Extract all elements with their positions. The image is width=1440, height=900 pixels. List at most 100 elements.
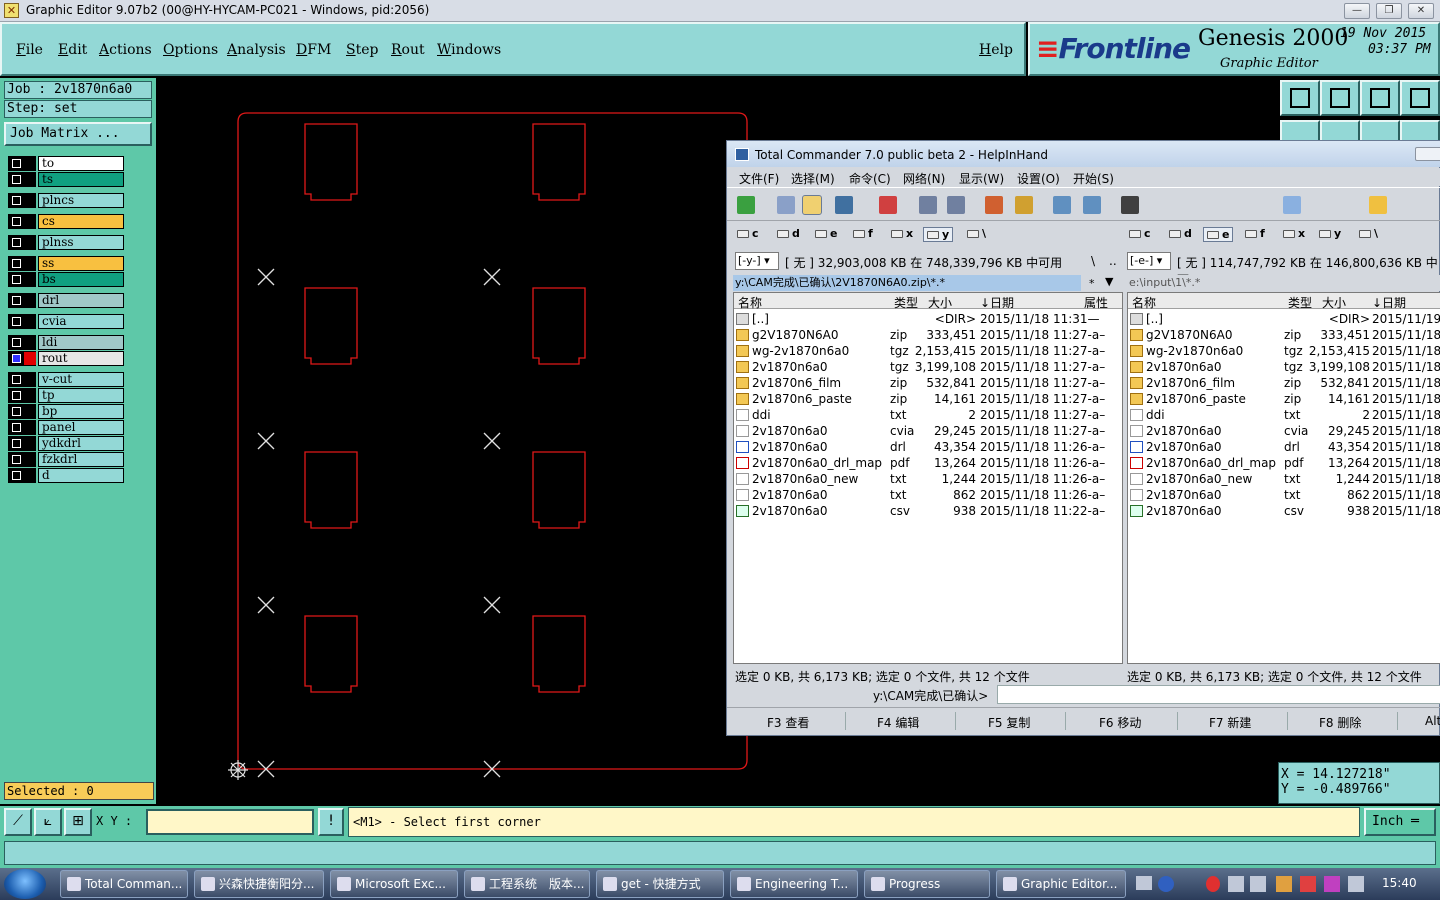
layer-checkbox[interactable]: [8, 452, 36, 467]
col-date[interactable]: ↓日期: [980, 294, 1014, 311]
layer-to[interactable]: to: [6, 156, 126, 171]
layer-d[interactable]: d: [6, 468, 126, 483]
layer-checkbox[interactable]: [8, 404, 36, 419]
menu-rout[interactable]: Rout: [391, 42, 425, 58]
file-row[interactable]: ddi txt 2 2015/11/18 11:27-a–: [734, 407, 1122, 423]
unpack-icon[interactable]: [1015, 196, 1033, 214]
menu-dfm[interactable]: DFM: [296, 42, 331, 58]
tool-button-4[interactable]: [1400, 80, 1440, 116]
layer-ldi[interactable]: ldi: [6, 335, 126, 350]
layer-ydkdrl[interactable]: ydkdrl: [6, 436, 126, 451]
layer-name[interactable]: to: [38, 156, 124, 171]
layer-checkbox[interactable]: [8, 193, 36, 208]
taskbar-item[interactable]: 兴森快捷衡阳分...: [194, 870, 324, 898]
f6-move-button[interactable]: F6 移动: [1099, 714, 1141, 731]
layer-checkbox[interactable]: [8, 172, 36, 187]
notepad-icon[interactable]: [1283, 196, 1301, 214]
f4-edit-button[interactable]: F4 编辑: [877, 714, 919, 731]
tool-button-5[interactable]: [1280, 120, 1320, 142]
file-row[interactable]: [..] <DIR> 2015/11/18 11:31—: [734, 311, 1122, 327]
menu-file[interactable]: File: [16, 42, 43, 58]
pack-icon[interactable]: [985, 196, 1003, 214]
layer-name[interactable]: ldi: [38, 335, 124, 350]
layer-checkbox[interactable]: [8, 420, 36, 435]
help-icon[interactable]: [1158, 876, 1174, 892]
col-date[interactable]: ↓日期: [1372, 294, 1406, 311]
drive-root-right[interactable]: \: [1359, 227, 1378, 240]
file-row[interactable]: 2v1870n6_paste zip 14,161 2015/11/18 11:27-…: [734, 391, 1122, 407]
layer-name[interactable]: ydkdrl: [38, 436, 124, 451]
layer-name[interactable]: d: [38, 468, 124, 483]
layer-name[interactable]: cs: [38, 214, 124, 229]
layer-name[interactable]: rout: [38, 351, 124, 366]
back-icon[interactable]: [919, 196, 937, 214]
col-attr[interactable]: 属性: [1084, 294, 1108, 311]
network-icon[interactable]: [1228, 876, 1244, 892]
layer-checkbox[interactable]: [8, 468, 36, 483]
file-row[interactable]: 2v1870n6a0 txt 862 2015/11/18 11:26-a–: [734, 487, 1122, 503]
col-name[interactable]: 名称: [738, 294, 762, 311]
file-row[interactable]: [..] <DIR> 2015/11/19: [1128, 311, 1440, 327]
layer-checkbox[interactable]: [8, 272, 36, 287]
file-row[interactable]: 2v1870n6a0 cvia 29,245 2015/11/18: [1128, 423, 1440, 439]
file-row[interactable]: 2v1870n6a0 tgz 3,199,108 2015/11/18 11:27-a…: [734, 359, 1122, 375]
file-row[interactable]: 2v1870n6a0_new txt 1,244 2015/11/18: [1128, 471, 1440, 487]
tray-icon-c[interactable]: [1324, 876, 1340, 892]
col-size[interactable]: 大小: [1322, 294, 1346, 311]
root-button[interactable]: \: [1091, 254, 1095, 268]
tc-menu-settings[interactable]: 设置(O): [1017, 170, 1060, 187]
keyboard-icon[interactable]: [1136, 876, 1152, 890]
drive-x-right[interactable]: x: [1283, 227, 1305, 240]
file-row[interactable]: 2v1870n6a0 csv 938 2015/11/18 11:22-a–: [734, 503, 1122, 519]
left-file-panel[interactable]: 名称 类型 大小 ↓日期 属性 [..] <DIR> 2015/11/18 11:3…: [733, 292, 1123, 664]
layer-name[interactable]: drl: [38, 293, 124, 308]
file-row[interactable]: 2v1870n6a0_drl_map pdf 13,264 2015/11/18 11…: [734, 455, 1122, 471]
tray-icon-d[interactable]: [1348, 876, 1364, 892]
url-icon[interactable]: [1083, 196, 1101, 214]
file-row[interactable]: 2v1870n6a0 drl 43,354 2015/11/18 11:26-a–: [734, 439, 1122, 455]
file-row[interactable]: 2v1870n6a0 cvia 29,245 2015/11/18 11:27-a–: [734, 423, 1122, 439]
app-tray-icon[interactable]: [1206, 876, 1220, 892]
f7-new-button[interactable]: F7 新建: [1209, 714, 1251, 731]
alt-button[interactable]: Alt: [1425, 714, 1440, 728]
layer-checkbox[interactable]: [8, 235, 36, 250]
restore-button[interactable]: ❐: [1376, 3, 1402, 19]
layer-name[interactable]: ts: [38, 172, 124, 187]
tc-menu-command[interactable]: 命令(C): [849, 170, 891, 187]
layer-checkbox[interactable]: [8, 256, 36, 271]
xy-input[interactable]: [146, 809, 314, 835]
file-row[interactable]: 2v1870n6a0 tgz 3,199,108 2015/11/18: [1128, 359, 1440, 375]
ftp-icon[interactable]: [1053, 196, 1071, 214]
drive-f-left[interactable]: f: [853, 227, 873, 240]
file-row[interactable]: g2V1870N6A0 zip 333,451 2015/11/18 11:27-a–: [734, 327, 1122, 343]
drive-f-right[interactable]: f: [1245, 227, 1265, 240]
total-commander-window[interactable]: Total Commander 7.0 public beta 2 - Help…: [726, 140, 1440, 736]
layer-fzkdrl[interactable]: fzkdrl: [6, 452, 126, 467]
history-dropdown-icon[interactable]: ▼: [1105, 275, 1113, 288]
file-row[interactable]: ddi txt 2 2015/11/18: [1128, 407, 1440, 423]
left-drive-select[interactable]: [-y-] ▾: [735, 252, 779, 270]
tc-menu-start[interactable]: 开始(S): [1073, 170, 1114, 187]
layer-tp[interactable]: tp: [6, 388, 126, 403]
close-button[interactable]: ✕: [1408, 3, 1434, 19]
drive-y-right[interactable]: y: [1319, 227, 1341, 240]
file-row[interactable]: 2v1870n6a0_new txt 1,244 2015/11/18 11:26-a…: [734, 471, 1122, 487]
right-file-panel[interactable]: 名称 类型 大小 ↓日期 [..] <DIR> 2015/11/19 g2V1870N…: [1127, 292, 1440, 664]
layer-cvia[interactable]: cvia: [6, 314, 126, 329]
layer-ts[interactable]: ts: [6, 172, 126, 187]
right-path[interactable]: e:\input\1\*.*: [1127, 275, 1440, 291]
drive-y-left[interactable]: y: [923, 227, 954, 242]
col-type[interactable]: 类型: [894, 294, 918, 311]
layer-plncs[interactable]: plncs: [6, 193, 126, 208]
f8-delete-button[interactable]: F8 删除: [1319, 714, 1361, 731]
start-button[interactable]: [4, 869, 46, 899]
menu-edit[interactable]: Edit: [58, 42, 87, 58]
units-selector[interactable]: Inch ═: [1364, 808, 1436, 836]
tool-button-8[interactable]: [1400, 120, 1440, 142]
filter-star[interactable]: *: [1089, 277, 1095, 290]
tray-icon-b[interactable]: [1300, 876, 1316, 892]
tool-button-1[interactable]: [1280, 80, 1320, 116]
f5-copy-button[interactable]: F5 复制: [988, 714, 1030, 731]
layer-drl[interactable]: drl: [6, 293, 126, 308]
file-row[interactable]: wg-2v1870n6a0 tgz 2,153,415 2015/11/18 11:2…: [734, 343, 1122, 359]
